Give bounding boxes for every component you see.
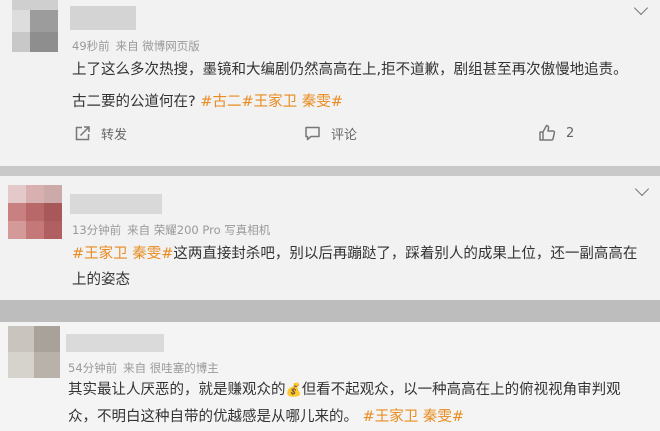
comment-line: 上了这么多次热搜，墨镜和大编剧仍然高高在上,拒不道歉，剧组甚至再次傲慢地追责。 [72, 62, 628, 78]
avatar-pixel [8, 221, 26, 239]
comment-label: 评论 [331, 128, 358, 143]
comment-meta: 54分钟前 来自 很哇塞的博主 [68, 360, 219, 376]
avatar-pixel [34, 352, 60, 378]
comment-text: 其实最让人厌恶的，就是赚观众的💰但看不起观众，以一种高高在上的俯视视角审判观 众… [68, 378, 656, 429]
comment-icon [305, 126, 320, 141]
avatar-pixel [30, 32, 58, 52]
money-bag-emoji: 💰 [285, 383, 302, 398]
avatar-pixel [8, 203, 26, 221]
comment-text-plain: 众，不明白这种自带的优越感是从哪儿来的。 [68, 409, 363, 425]
comment-time: 54分钟前 [68, 361, 118, 375]
avatar-pixel [44, 221, 62, 239]
avatar-pixel [12, 10, 30, 32]
comment-source: 来自 荣耀200 Pro 写真相机 [127, 223, 271, 237]
divider [0, 166, 660, 176]
like-button[interactable]: 2 [538, 124, 574, 142]
divider [0, 300, 660, 322]
avatar-pixel [44, 203, 62, 221]
avatar-pixel [26, 185, 44, 203]
username-blurred[interactable] [66, 334, 164, 352]
comment-time: 49秒前 [72, 39, 110, 53]
repost-icon [75, 126, 90, 141]
username-blurred[interactable] [70, 194, 162, 214]
comment-text-plain: 这两直接封杀吧，别以后再蹦跶了，踩着别人的成果上位，还一副高高在 [173, 246, 638, 262]
avatar-pixel [12, 0, 58, 10]
comment-text-plain: 其实最让人厌恶的，就是赚观众的 [68, 382, 286, 398]
comment-line: #王家卫 秦雯#这两直接封杀吧，别以后再蹦跶了，踩着别人的成果上位，还一副高高在 [72, 242, 652, 266]
comment-card-1: 49秒前 来自 微博网页版 上了这么多次热搜，墨镜和大编剧仍然高高在上,拒不道歉，… [0, 0, 660, 166]
avatar-pixel [30, 10, 58, 32]
avatar-pixel [26, 203, 44, 221]
avatar-pixel [12, 32, 30, 52]
chevron-down-icon[interactable] [634, 181, 650, 197]
comment-text: 上了这么多次热搜，墨镜和大编剧仍然高高在上,拒不道歉，剧组甚至再次傲慢地追责。 … [72, 58, 652, 114]
like-count: 2 [566, 125, 575, 141]
avatar-pixel [8, 326, 34, 352]
comment-text-plain: 古二要的公道何在? [72, 94, 201, 110]
topic-link[interactable]: #古二#王家卫 秦雯# [200, 94, 343, 110]
avatar-pixel [8, 185, 26, 203]
comment-time: 13分钟前 [72, 223, 122, 237]
comment-source: 来自 微博网页版 [115, 39, 200, 53]
comment-text: #王家卫 秦雯#这两直接封杀吧，别以后再蹦跶了，踩着别人的成果上位，还一副高高在… [72, 242, 652, 292]
comment-meta: 13分钟前 来自 荣耀200 Pro 写真相机 [72, 222, 270, 238]
comment-text-plain: 但看不起观众，以一种高高在上的俯视视角审判观 [301, 382, 621, 398]
topic-link[interactable]: #王家卫 秦雯# [363, 409, 464, 425]
avatar-pixel [34, 326, 60, 352]
avatar-pixel [44, 185, 62, 203]
comment-source: 来自 很哇塞的博主 [123, 361, 219, 375]
like-icon [539, 124, 556, 141]
chevron-down-icon[interactable] [633, 0, 649, 16]
comment-card-2: 13分钟前 来自 荣耀200 Pro 写真相机 #王家卫 秦雯#这两直接封杀吧，别… [0, 176, 660, 300]
comment-line: 上的姿态 [72, 272, 130, 288]
comment-line: 其实最让人厌恶的，就是赚观众的💰但看不起观众，以一种高高在上的俯视视角审判观 [68, 378, 656, 403]
avatar-pixel [26, 221, 44, 239]
repost-label: 转发 [101, 128, 128, 143]
comment-card-3: 54分钟前 来自 很哇塞的博主 其实最让人厌恶的，就是赚观众的💰但看不起观众，以一… [0, 322, 660, 431]
avatar-pixel [8, 352, 34, 378]
comment-line: 众，不明白这种自带的优越感是从哪儿来的。 #王家卫 秦雯# [68, 405, 656, 429]
avatar[interactable] [8, 326, 60, 378]
comment-button[interactable]: 评论 [304, 124, 357, 143]
comment-line: 古二要的公道何在? #古二#王家卫 秦雯# [72, 90, 652, 114]
avatar[interactable] [8, 185, 62, 239]
topic-link[interactable]: #王家卫 秦雯# [72, 246, 173, 262]
repost-button[interactable]: 转发 [74, 124, 127, 143]
comment-meta: 49秒前 来自 微博网页版 [72, 38, 200, 54]
avatar[interactable] [12, 0, 58, 55]
username-blurred[interactable] [70, 6, 136, 30]
